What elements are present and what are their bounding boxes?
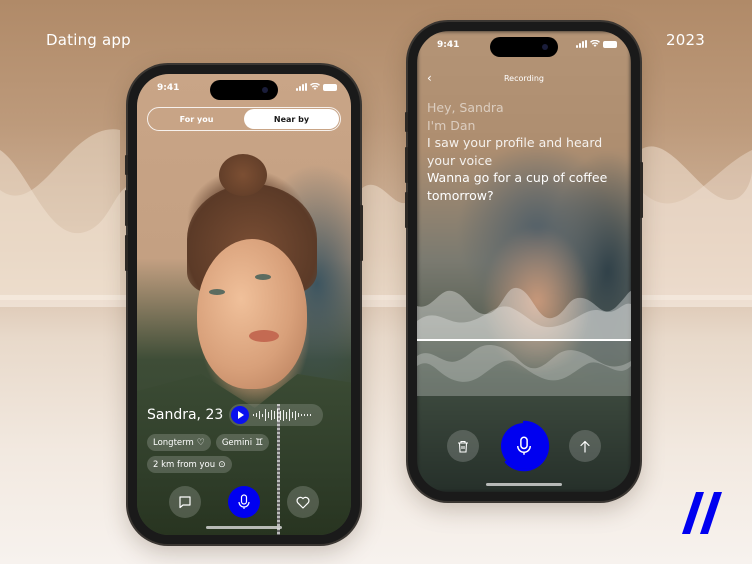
voice-waveform bbox=[253, 409, 312, 421]
photo-eye bbox=[255, 274, 271, 280]
year-label: 2023 bbox=[666, 31, 705, 49]
microphone-icon bbox=[238, 494, 250, 509]
recording-nav-bar: ‹ Recording bbox=[417, 71, 631, 85]
home-indicator bbox=[206, 526, 282, 529]
nav-title: Recording bbox=[503, 74, 544, 83]
status-time: 9:41 bbox=[157, 83, 180, 93]
play-icon[interactable] bbox=[231, 406, 250, 424]
voice-note-player[interactable] bbox=[229, 404, 324, 426]
heart-outline-icon: ♡ bbox=[196, 437, 205, 448]
phone-side-button bbox=[125, 235, 128, 271]
recording-screen: 9:41 ‹ Recording Hey, Sandra I'm Dan I s… bbox=[417, 31, 631, 492]
photo-hair-bun bbox=[219, 154, 267, 196]
battery-icon bbox=[603, 40, 617, 48]
phone-side-button bbox=[125, 155, 128, 175]
phone-side-button bbox=[405, 112, 408, 132]
double-slash-logo-icon bbox=[682, 492, 722, 534]
signal-icon bbox=[576, 40, 587, 48]
voice-message-button[interactable] bbox=[228, 486, 260, 518]
arrow-up-icon bbox=[580, 440, 590, 453]
profile-actions bbox=[169, 486, 319, 518]
status-time: 9:41 bbox=[437, 40, 460, 50]
phone-side-button bbox=[360, 205, 363, 261]
location-pin-icon: ⊙ bbox=[218, 459, 226, 470]
tag-label: 2 km from you bbox=[153, 459, 216, 470]
tag-chip: Gemini ♊ bbox=[215, 434, 270, 451]
transcript-line: Wanna go for a cup of coffee tomorrow? bbox=[427, 170, 608, 203]
tab-for-you[interactable]: For you bbox=[149, 109, 244, 129]
status-icons bbox=[576, 40, 617, 48]
tag-chip: Longterm ♡ bbox=[147, 434, 211, 451]
phone-side-button bbox=[125, 190, 128, 226]
phone-side-button bbox=[405, 147, 408, 183]
feed-tab-switcher: For you Near by bbox=[147, 107, 341, 131]
battery-icon bbox=[323, 83, 337, 91]
delete-recording-button[interactable] bbox=[447, 430, 479, 462]
home-indicator bbox=[486, 483, 562, 486]
chat-bubble-icon bbox=[179, 496, 191, 509]
transcript-line: I saw your profile and heard your voice bbox=[427, 135, 603, 168]
profile-name: Sandra, 23 bbox=[147, 407, 224, 423]
recording-progress-ring bbox=[504, 420, 550, 472]
tab-near-by[interactable]: Near by bbox=[244, 109, 339, 129]
tag-label: Longterm bbox=[153, 437, 194, 448]
transcript: Hey, Sandra I'm Dan I saw your profile a… bbox=[427, 99, 631, 204]
dynamic-island bbox=[490, 37, 558, 57]
phone-recording: 9:41 ‹ Recording Hey, Sandra I'm Dan I s… bbox=[405, 22, 643, 501]
status-bar: 9:41 bbox=[417, 31, 631, 57]
gemini-icon: ♊ bbox=[255, 437, 264, 448]
wifi-icon bbox=[590, 40, 600, 47]
wifi-icon bbox=[310, 83, 320, 90]
photo-face bbox=[197, 239, 307, 389]
send-recording-button[interactable] bbox=[569, 430, 601, 462]
dynamic-island bbox=[210, 80, 278, 100]
like-button[interactable] bbox=[287, 486, 319, 518]
profile-screen: 9:41 For you Near by Sandra, 23 Longterm… bbox=[137, 74, 351, 535]
recording-actions bbox=[447, 420, 601, 472]
tag-chip: 2 km from you ⊙ bbox=[147, 456, 232, 473]
photo-eye bbox=[209, 289, 225, 295]
record-button[interactable] bbox=[501, 420, 550, 472]
phone-side-button bbox=[640, 162, 643, 218]
page-title: Dating app bbox=[46, 31, 131, 49]
recording-waveform bbox=[417, 287, 631, 396]
phone-profile: 9:41 For you Near by Sandra, 23 Longterm… bbox=[125, 65, 363, 544]
status-bar: 9:41 bbox=[137, 74, 351, 100]
transcript-line: Hey, Sandra bbox=[427, 100, 504, 115]
heart-icon bbox=[296, 496, 310, 509]
message-button[interactable] bbox=[169, 486, 201, 518]
photo-lips bbox=[249, 330, 279, 342]
profile-tags: Longterm ♡ Gemini ♊ 2 km from you ⊙ bbox=[147, 434, 347, 473]
trash-icon bbox=[458, 440, 468, 453]
tag-label: Gemini bbox=[221, 437, 253, 448]
profile-name-row: Sandra, 23 bbox=[147, 404, 324, 426]
phone-side-button bbox=[405, 192, 408, 228]
signal-icon bbox=[296, 83, 307, 91]
transcript-line: I'm Dan bbox=[427, 117, 476, 133]
status-icons bbox=[296, 83, 337, 91]
